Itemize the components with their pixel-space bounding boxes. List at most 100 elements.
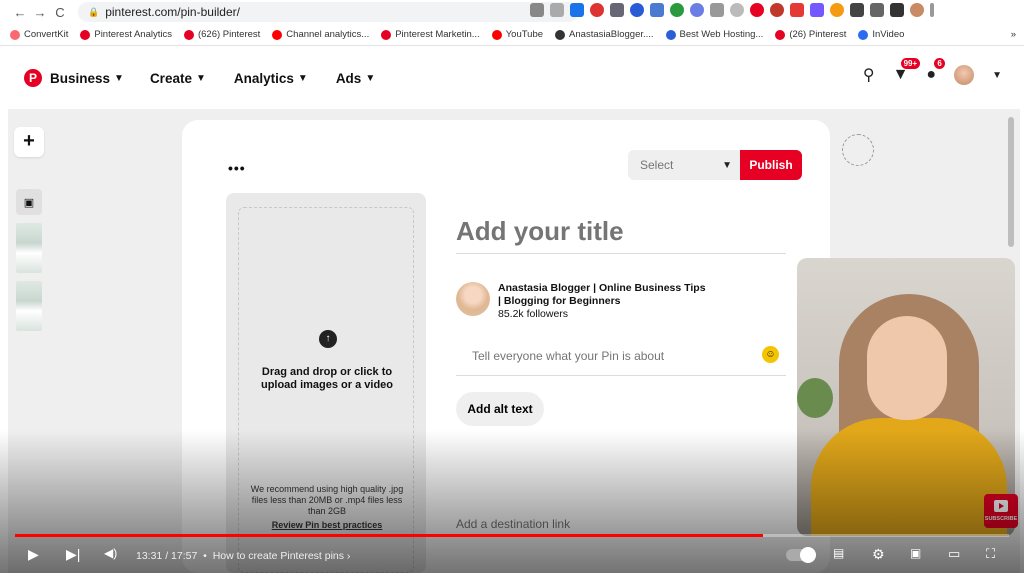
bookmark-label: Best Web Hosting... xyxy=(679,29,764,40)
image-icon[interactable]: ▣ xyxy=(16,189,42,215)
extension-icon[interactable] xyxy=(610,3,624,17)
bookmark-favicon-icon xyxy=(80,29,91,40)
pin-editor-card: ••• Select ▼ Publish ↑ Drag and drop or … xyxy=(182,120,830,573)
bookmark-item[interactable]: Pinterest Marketin... xyxy=(381,29,480,40)
subtitles-icon[interactable]: ▤ xyxy=(833,546,844,560)
bookmark-label: Pinterest Marketin... xyxy=(395,29,480,40)
review-best-practices-link[interactable]: Review Pin best practices xyxy=(247,520,407,530)
upload-instructions: Drag and drop or click to upload images … xyxy=(260,366,394,391)
emoji-icon[interactable]: ☺ xyxy=(762,346,779,363)
file-recommendation: We recommend using high quality .jpg fil… xyxy=(250,484,404,516)
extension-icon[interactable] xyxy=(630,3,644,17)
chapter-title[interactable]: How to create Pinterest pins xyxy=(213,550,344,562)
autoplay-toggle[interactable] xyxy=(786,547,816,563)
menu-icon[interactable] xyxy=(930,3,934,17)
bookmark-star-icon[interactable] xyxy=(570,3,584,17)
bookmark-item[interactable]: Pinterest Analytics xyxy=(80,29,172,40)
nav-ads[interactable]: Ads ▼ xyxy=(336,71,375,86)
bookmark-item[interactable]: YouTube xyxy=(491,29,544,40)
bookmark-item[interactable]: AnastasiaBlogger.... xyxy=(555,29,654,40)
scrollbar[interactable] xyxy=(1008,117,1014,247)
pin-description-input[interactable] xyxy=(456,336,786,376)
draft-thumbnail[interactable] xyxy=(16,281,42,331)
dashed-circle-icon xyxy=(842,134,874,166)
side-panel-icon[interactable] xyxy=(890,3,904,17)
extension-icon[interactable] xyxy=(670,3,684,17)
extension-icon[interactable] xyxy=(730,3,744,17)
add-alt-text-button[interactable]: Add alt text xyxy=(456,392,544,426)
extension-icon[interactable] xyxy=(750,3,764,17)
bookmark-item[interactable]: ConvertKit xyxy=(10,29,68,40)
play-icon[interactable]: ▶ xyxy=(28,546,39,563)
bookmark-favicon-icon xyxy=(381,29,392,40)
extension-icon[interactable] xyxy=(810,3,824,17)
reload-icon[interactable]: C xyxy=(50,5,70,20)
miniplayer-icon[interactable]: ▣ xyxy=(910,546,921,560)
pin-title-input[interactable] xyxy=(456,216,786,254)
subscribe-button[interactable]: SUBSCRIBE xyxy=(984,494,1018,528)
upload-arrow-icon: ↑ xyxy=(319,330,337,348)
chevron-down-icon: ▼ xyxy=(114,72,124,84)
bookmark-item[interactable]: Channel analytics... xyxy=(272,29,369,40)
address-bar[interactable]: 🔒 pinterest.com/pin-builder/ xyxy=(78,2,578,22)
profile-name: Anastasia Blogger | Online Business Tips… xyxy=(498,282,706,307)
extension-icon[interactable] xyxy=(790,3,804,17)
nav-analytics[interactable]: Analytics ▼ xyxy=(234,71,308,86)
bookmark-label: YouTube xyxy=(505,29,544,40)
fullscreen-icon[interactable]: ⛶ xyxy=(986,546,995,562)
extension-icon[interactable] xyxy=(710,3,724,17)
forward-icon[interactable]: → xyxy=(30,5,50,20)
bookmark-label: (26) Pinterest xyxy=(789,29,847,40)
install-icon[interactable] xyxy=(530,3,544,17)
bookmark-label: ConvertKit xyxy=(24,29,69,40)
pinterest-logo-icon[interactable]: P xyxy=(24,69,42,87)
drafts-sidebar: + xyxy=(14,127,44,157)
chevron-down-icon[interactable]: ▼ xyxy=(992,70,1002,81)
bookmark-label: AnastasiaBlogger.... xyxy=(569,29,654,40)
reading-list-icon[interactable] xyxy=(870,3,884,17)
bookmark-item[interactable]: InVideo xyxy=(858,29,904,40)
board-select[interactable]: Select ▼ xyxy=(628,150,740,180)
messages-icon[interactable]: ● 6 xyxy=(926,58,945,84)
avatar xyxy=(456,282,490,316)
bookmarks-bar: ConvertKit Pinterest Analytics (626) Pinte… xyxy=(0,24,1024,46)
volume-icon[interactable]: ◀) xyxy=(104,546,117,560)
presenter-body xyxy=(811,418,1007,536)
bookmark-item[interactable]: (626) Pinterest xyxy=(183,29,260,40)
upload-dropzone[interactable]: ↑ Drag and drop or click to upload image… xyxy=(226,193,426,573)
extension-icon[interactable] xyxy=(690,3,704,17)
draft-thumbnails: ▣ xyxy=(16,189,42,339)
bookmark-label: Channel analytics... xyxy=(286,29,370,40)
publish-button[interactable]: Publish xyxy=(740,150,802,180)
settings-gear-icon[interactable]: ⚙ xyxy=(872,546,885,563)
draft-thumbnail[interactable] xyxy=(16,223,42,273)
avatar[interactable] xyxy=(954,65,975,85)
bookmark-item[interactable]: Best Web Hosting... xyxy=(665,29,764,40)
back-icon[interactable]: ← xyxy=(10,5,30,20)
next-icon[interactable]: ▶| xyxy=(66,546,80,563)
add-pin-button[interactable]: + xyxy=(14,127,44,157)
progress-fill xyxy=(15,534,764,537)
bookmark-favicon-icon xyxy=(272,29,283,40)
nav-create[interactable]: Create ▼ xyxy=(150,71,206,86)
nav-business[interactable]: Business ▼ xyxy=(50,71,124,86)
extension-icon[interactable] xyxy=(590,3,604,17)
theater-mode-icon[interactable]: ▭ xyxy=(948,546,960,562)
bookmark-item[interactable]: (26) Pinterest xyxy=(775,29,846,40)
video-progress-bar[interactable] xyxy=(15,534,1009,537)
pinterest-header: P Business ▼ Create ▼ Analytics ▼ Ads ▼ ⚲ ▼ 9… xyxy=(8,47,1020,109)
bookmark-favicon-icon xyxy=(10,29,20,40)
destination-link-input[interactable]: Add a destination link xyxy=(456,517,570,531)
more-options-icon[interactable]: ••• xyxy=(228,160,246,176)
extension-icon[interactable] xyxy=(650,3,664,17)
bookmarks-overflow-icon[interactable]: » xyxy=(1011,29,1016,40)
profile-icon[interactable] xyxy=(910,3,924,17)
puzzle-icon[interactable] xyxy=(850,3,864,17)
time-display: 13:31 / 17:57 • How to create Pinterest … xyxy=(136,550,351,562)
notifications-bell-icon[interactable]: ▼ 99+ xyxy=(893,58,921,84)
bookmark-favicon-icon xyxy=(555,29,566,40)
share-icon[interactable] xyxy=(550,3,564,17)
extension-icon[interactable] xyxy=(830,3,844,17)
extension-icon[interactable] xyxy=(770,3,784,17)
search-icon[interactable]: ⚲ xyxy=(863,65,875,85)
